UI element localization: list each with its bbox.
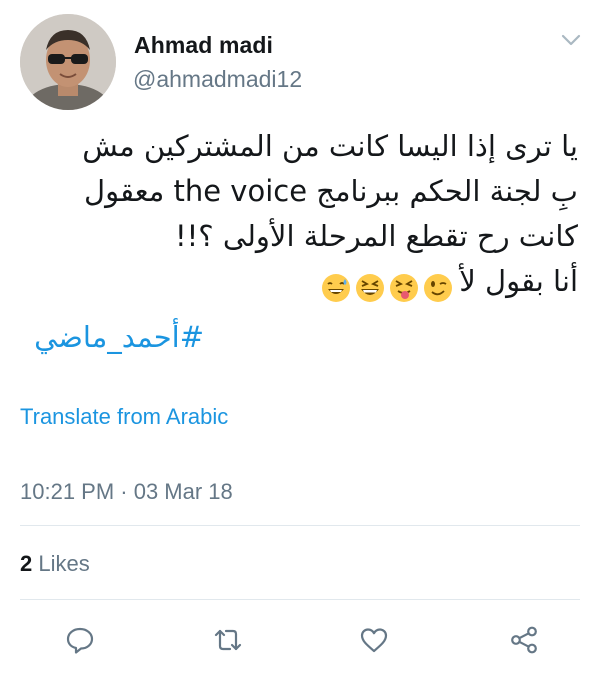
likes-stat[interactable]: 2 Likes <box>20 551 90 577</box>
tweet-line: أنا بقول لأ <box>18 259 578 309</box>
squinting-tongue-face-icon <box>390 274 419 302</box>
share-icon <box>511 626 537 654</box>
author-handle[interactable]: @ahmadmadi12 <box>133 66 302 93</box>
tweet-card: Ahmad madi @ahmadmadi12 يا ترى إذا اليسا… <box>0 0 600 680</box>
winking-face-icon <box>424 274 453 302</box>
tweet-line: كانت رح تقطع المرحلة الأولى ؟!! <box>175 219 578 253</box>
heart-icon <box>360 628 388 653</box>
tweet-line-text: أنا بقول لأ <box>459 264 578 298</box>
translate-link[interactable]: Translate from Arabic <box>20 404 228 430</box>
share-button[interactable] <box>508 624 540 656</box>
reply-button[interactable] <box>64 624 96 656</box>
tweet-text: يا ترى إذا اليسا كانت من المشتركين مش بِ… <box>18 124 578 309</box>
emoji-row <box>319 264 455 309</box>
avatar-photo-icon <box>20 14 116 110</box>
chevron-down-icon[interactable] <box>560 32 582 48</box>
divider <box>20 525 580 526</box>
grinning-sweat-face-icon <box>322 274 351 302</box>
reply-icon <box>66 627 94 654</box>
retweet-button[interactable] <box>212 624 244 656</box>
grinning-squinting-face-icon <box>356 274 385 302</box>
hashtag-link[interactable]: #أحمد_ماضي <box>34 320 204 354</box>
likes-count: 2 <box>20 551 33 576</box>
tweet-line: يا ترى إذا اليسا كانت من المشتركين مش <box>82 129 578 163</box>
likes-label: Likes <box>38 551 90 576</box>
tweet-timestamp[interactable]: 10:21 PM · 03 Mar 18 <box>20 479 233 505</box>
author-display-name[interactable]: Ahmad madi <box>134 32 273 59</box>
divider <box>20 599 580 600</box>
retweet-icon <box>214 629 242 651</box>
tweet-line: بِ لجنة الحكم ببرنامج the voice معقول <box>84 174 578 208</box>
like-button[interactable] <box>358 624 390 656</box>
avatar[interactable] <box>20 14 116 110</box>
